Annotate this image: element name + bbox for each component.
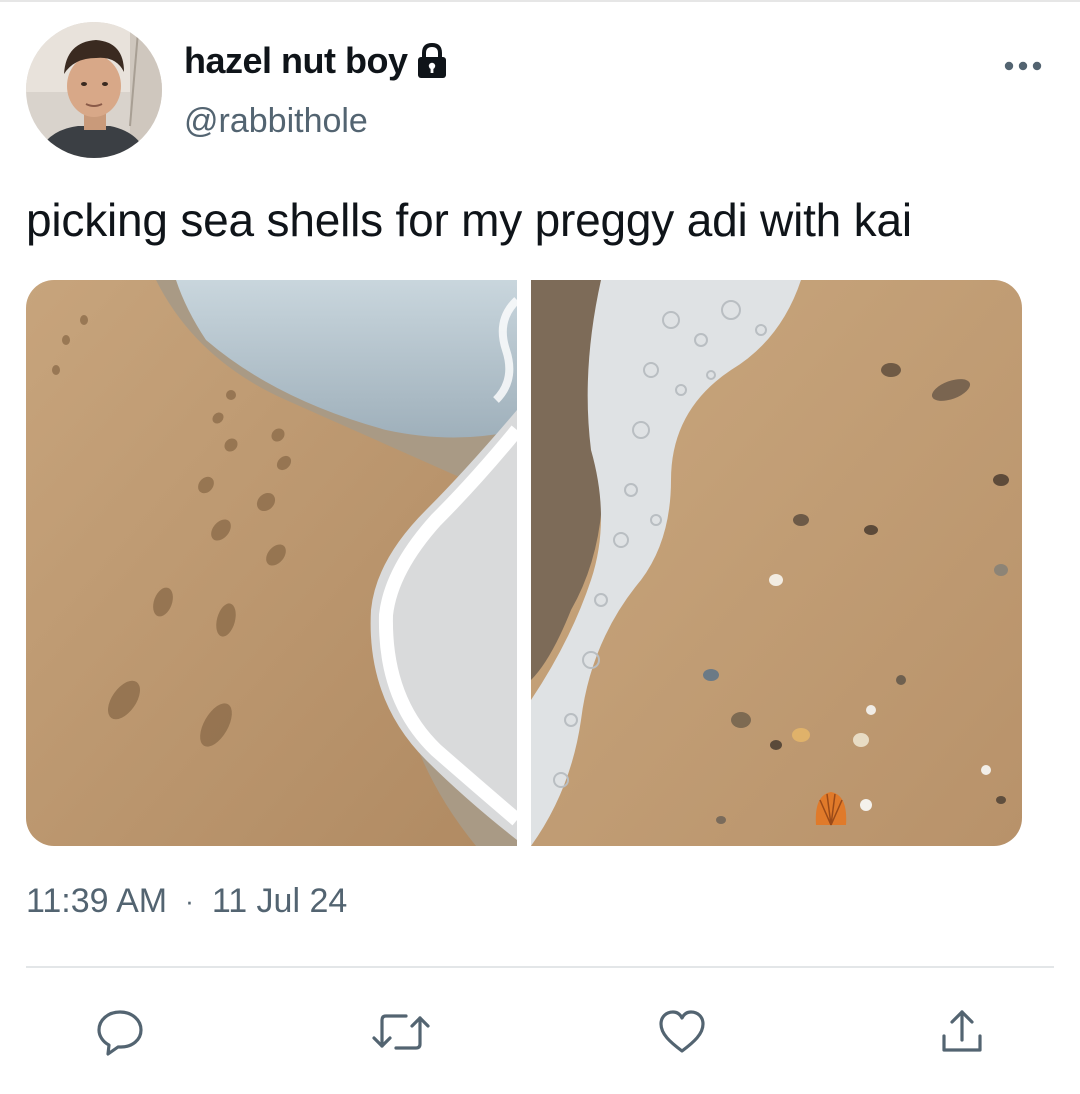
actions-divider xyxy=(26,966,1054,968)
tweet-time: 11:39 AM xyxy=(26,882,168,920)
tweet-date: 11 Jul 24 xyxy=(211,882,348,920)
timestamp[interactable]: 11:39 AM · 11 Jul 24 xyxy=(26,882,347,921)
lock-icon xyxy=(416,42,448,80)
top-divider xyxy=(0,0,1080,2)
display-name-text: hazel nut boy xyxy=(184,40,408,81)
media-grid xyxy=(26,280,1022,846)
share-icon[interactable] xyxy=(936,1006,988,1058)
like-icon[interactable] xyxy=(656,1006,708,1058)
photo-seashells-foam[interactable] xyxy=(531,280,1022,846)
reply-icon[interactable] xyxy=(94,1006,146,1058)
more-options-icon[interactable] xyxy=(1003,58,1043,74)
handle[interactable]: @rabbithole xyxy=(184,102,368,141)
avatar[interactable] xyxy=(26,22,162,158)
separator: · xyxy=(185,886,194,916)
retweet-icon[interactable] xyxy=(370,1006,430,1058)
photo-footprints-beach[interactable] xyxy=(26,280,517,846)
display-name[interactable]: hazel nut boy xyxy=(184,40,448,82)
tweet-text: picking sea shells for my preggy adi wit… xyxy=(26,194,912,246)
